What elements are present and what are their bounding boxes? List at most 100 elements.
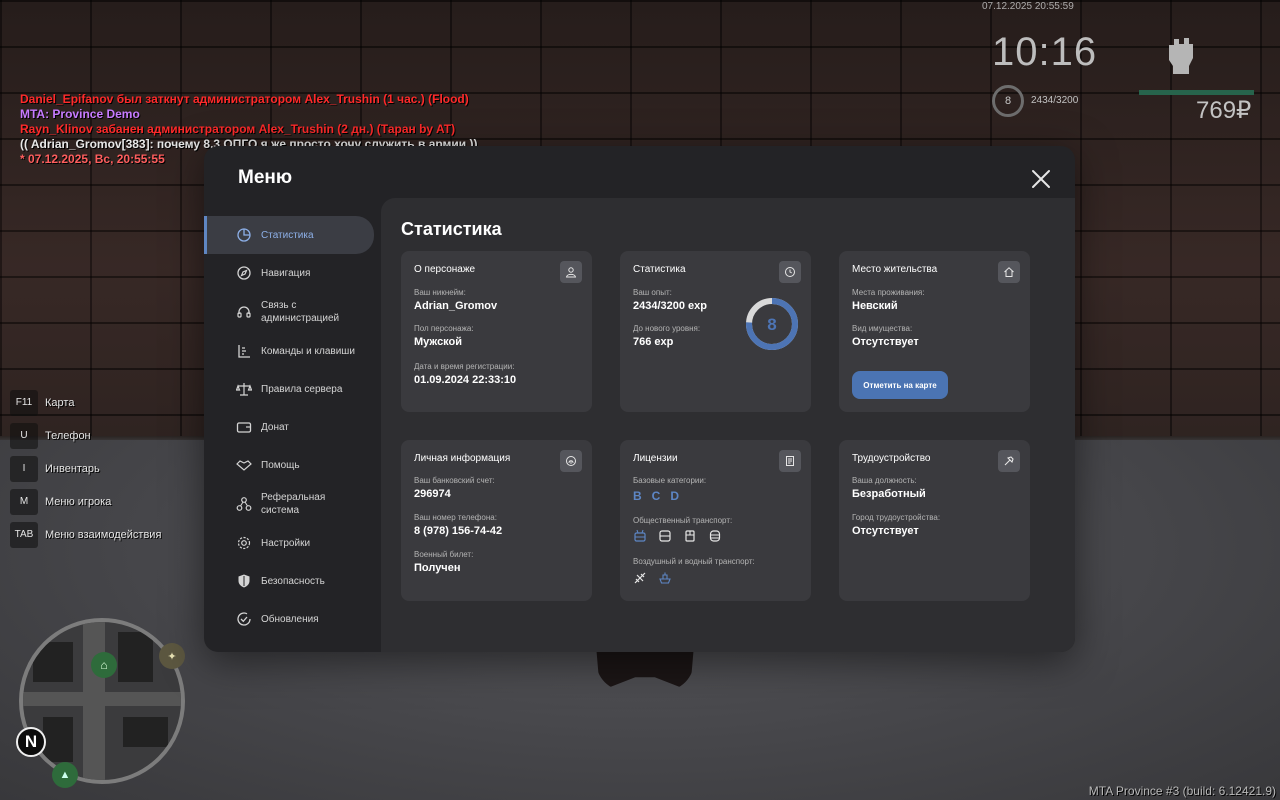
license-category: D — [670, 489, 680, 503]
referral-icon — [236, 497, 252, 511]
home-icon — [1004, 267, 1014, 277]
level-number: 8 — [767, 315, 776, 334]
sidebar-item-label: Настройки — [261, 537, 311, 549]
sidebar-item-admin-contact[interactable]: Связь с администрацией — [204, 292, 374, 332]
sidebar-item-navigation[interactable]: Навигация — [204, 254, 374, 292]
sidebar-item-label: Связь с администрацией — [261, 300, 340, 324]
sidebar-item-security[interactable]: Безопасность — [204, 562, 374, 600]
card-title: Лицензии — [633, 453, 678, 464]
license-categories: B C D — [633, 489, 679, 503]
sidebar-item-label: Донат — [261, 421, 289, 433]
menu-title: Меню — [238, 167, 293, 188]
card-employment-button[interactable] — [998, 450, 1020, 472]
field-label: Военный билет: — [414, 550, 474, 559]
key-cap: I — [10, 455, 38, 482]
fingerprint-icon — [566, 456, 576, 466]
field-registration: Дата и время регистрации: 01.09.2024 22:… — [414, 362, 516, 386]
hud-exp: 2434/3200 — [1031, 95, 1079, 106]
document-icon — [786, 456, 794, 466]
key-label: Инвентарь — [45, 462, 100, 475]
minimap-road — [23, 692, 181, 706]
keybind-row: TAB Меню взаимодействия — [10, 518, 161, 551]
field-label: Дата и время регистрации: — [414, 362, 515, 371]
level-progress-ring: 8 — [746, 298, 798, 350]
pie-chart-icon — [237, 228, 251, 242]
boat-icon — [659, 572, 671, 584]
sidebar-item-label: Навигация — [261, 267, 311, 279]
field-value: Отсутствует — [852, 336, 919, 348]
field-value: Невский — [852, 300, 898, 312]
card-title: Трудоустройство — [852, 453, 931, 464]
key-cap: TAB — [10, 521, 38, 548]
field-position: Ваша должность: Безработный — [852, 476, 926, 500]
field-label: До нового уровня: — [633, 324, 701, 333]
clock-icon — [785, 267, 795, 277]
hud-health-bar — [1139, 90, 1254, 95]
sidebar-item-help[interactable]: Помощь — [204, 446, 374, 484]
minimap-building — [123, 717, 168, 747]
wallet-icon — [236, 422, 252, 433]
gear-icon — [237, 536, 251, 550]
field-value: Мужской — [414, 336, 463, 348]
build-version: MTA Province #3 (build: 6.12421.9) — [1088, 784, 1276, 798]
sidebar-item-referral[interactable]: Реферальная система — [204, 484, 374, 524]
page-title: Статистика — [401, 219, 502, 239]
field-label: Ваш банковский счет: — [414, 476, 495, 485]
field-label: Ваша должность: — [852, 476, 917, 485]
card-statistics-button[interactable] — [779, 261, 801, 283]
field-value: Безработный — [852, 488, 926, 500]
card-title: Статистика — [633, 264, 686, 275]
sidebar-item-statistics[interactable]: Статистика — [204, 216, 374, 254]
card-licenses: Лицензии Базовые категории: B C D Общест… — [620, 440, 811, 601]
field-label: Ваш никнейм: — [414, 288, 466, 297]
card-personal-button[interactable] — [560, 450, 582, 472]
minimap-building — [33, 642, 73, 682]
sidebar-item-settings[interactable]: Настройки — [204, 524, 374, 562]
close-icon[interactable] — [1030, 168, 1052, 190]
field-value: 01.09.2024 22:33:10 — [414, 374, 517, 386]
card-title: О персонаже — [414, 264, 476, 275]
bank-blip-icon: ⌂ — [91, 652, 117, 678]
card-personal: Личная информация Ваш банковский счет: 2… — [401, 440, 592, 601]
card-residence-button[interactable] — [998, 261, 1020, 283]
field-value: 2434/3200 exp — [633, 300, 708, 312]
scales-icon — [236, 383, 252, 396]
field-label: Воздушный и водный транспорт: — [633, 557, 755, 566]
minimap — [19, 618, 185, 784]
sidebar-item-label: Помощь — [261, 459, 300, 471]
keybind-row: I Инвентарь — [10, 452, 161, 485]
shield-icon — [238, 574, 250, 588]
field-label: Общественный транспорт: — [633, 516, 733, 525]
minimap-building — [43, 717, 73, 762]
field-value: 296974 — [414, 488, 451, 500]
field-label: Город трудоустройства: — [852, 513, 941, 522]
field-military: Военный билет: Получен — [414, 550, 473, 574]
card-licenses-button[interactable] — [779, 450, 801, 472]
card-character-button[interactable] — [560, 261, 582, 283]
field-bank: Ваш банковский счет: 296974 — [414, 476, 495, 500]
handshake-icon — [236, 460, 252, 471]
sidebar-item-commands[interactable]: Команды и клавиши — [204, 332, 374, 370]
sidebar-item-rules[interactable]: Правила сервера — [204, 370, 374, 408]
key-label: Карта — [45, 396, 75, 409]
field-air-water-label: Воздушный и водный транспорт: — [633, 557, 755, 566]
field-next-level: До нового уровня: 766 exp — [633, 324, 700, 348]
key-cap: M — [10, 488, 38, 515]
menu-sidebar: Статистика Навигация Связь с администрац… — [204, 216, 380, 638]
fist-icon — [1169, 38, 1193, 74]
license-category: C — [651, 489, 661, 503]
sidebar-item-updates[interactable]: Обновления — [204, 600, 374, 638]
sidebar-item-label: Обновления — [261, 613, 319, 625]
mark-on-map-button[interactable]: Отметить на карте — [852, 371, 948, 399]
compass-north-icon: N — [16, 727, 46, 757]
update-icon — [237, 612, 251, 626]
metro-icon — [709, 530, 721, 542]
sidebar-item-donate[interactable]: Донат — [204, 408, 374, 446]
content-panel: Статистика О персонаже Ваш никнейм: Adri… — [381, 198, 1075, 652]
field-base-categories-label: Базовые категории: — [633, 476, 706, 485]
chat-line: MTA: Province Demo — [20, 107, 140, 121]
sidebar-item-label: Статистика — [261, 229, 314, 241]
field-phone: Ваш номер телефона: 8 (978) 156-74-42 — [414, 513, 502, 537]
card-residence: Место жительства Места проживания: Невск… — [839, 251, 1030, 412]
chat-line: Daniel_Epifanov был заткнут администрато… — [20, 92, 469, 106]
